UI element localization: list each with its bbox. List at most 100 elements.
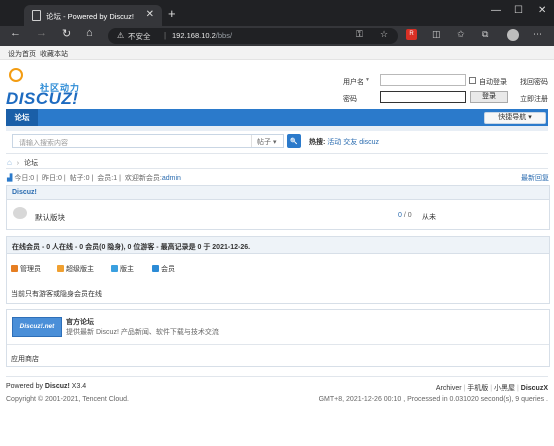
- browser-tab[interactable]: 论坛 - Powered by Discuz! ✕: [24, 5, 162, 26]
- category-box: Discuz!: [6, 185, 550, 230]
- archiver-link[interactable]: Archiver: [436, 385, 462, 392]
- url-path: /bbs/: [215, 31, 233, 40]
- forum-icon: [13, 207, 27, 219]
- members-count: 1: [113, 175, 118, 182]
- official-forum-desc: 提供最新 Discuz! 产品新闻、软件下载与技术交流: [66, 329, 219, 336]
- register-link[interactable]: 立即注册: [520, 94, 548, 104]
- copyright: Copyright © 2001-2021, Tencent Cloud.: [6, 396, 129, 403]
- key-icon[interactable]: ⚿: [356, 29, 363, 40]
- search-input[interactable]: 请输入搜索内容 帖子 ▾: [12, 134, 284, 148]
- role-legend-admin: 管理员: [11, 264, 41, 274]
- role-label: 超级版主: [66, 266, 94, 273]
- window-close-icon[interactable]: ✕: [538, 5, 546, 16]
- forum-name-link[interactable]: 默认版块: [35, 212, 65, 223]
- forum-post-count: 0: [407, 212, 412, 219]
- extension-icon[interactable]: R: [406, 29, 417, 40]
- latest-replies-link[interactable]: 最新回复: [521, 173, 549, 183]
- powered-brand-link[interactable]: Discuz!: [45, 383, 70, 390]
- username-dropdown-icon[interactable]: ▼: [365, 77, 370, 83]
- powered-by: Powered by Discuz! X3.4: [6, 383, 86, 390]
- main-nav-bar: [6, 109, 548, 126]
- search-scope-select[interactable]: 帖子 ▾: [251, 135, 285, 147]
- today-count: 0: [30, 175, 35, 182]
- new-member-link[interactable]: admin: [162, 175, 181, 182]
- username-label: 用户名: [343, 79, 364, 86]
- tab-close-icon[interactable]: ✕: [146, 9, 154, 20]
- category-header: Discuz!: [7, 186, 549, 200]
- quick-nav-button[interactable]: 快捷导航 ▾: [484, 112, 546, 124]
- maximize-icon[interactable]: ☐: [514, 5, 523, 16]
- collections-icon[interactable]: ⧉: [482, 29, 488, 40]
- hot-search: 热搜: 活动 交友 discuz: [309, 137, 379, 147]
- auto-login-checkbox[interactable]: [469, 77, 476, 84]
- discuzx-link[interactable]: DiscuzX: [521, 385, 548, 392]
- set-home-link[interactable]: 设为首页: [8, 49, 36, 59]
- find-password-link[interactable]: 找回密码: [520, 77, 548, 87]
- security-label[interactable]: 不安全: [128, 31, 151, 42]
- role-label: 会员: [161, 266, 175, 273]
- tab-title: 论坛 - Powered by Discuz!: [46, 12, 134, 21]
- mobile-link[interactable]: 手机版: [467, 385, 488, 392]
- url-host: 192.168.10.2: [172, 31, 216, 40]
- online-summary[interactable]: 在线会员 - 0 人在线 - 0 会员(0 隐身), 0 位游客 - 最高记录是…: [12, 242, 250, 252]
- category-title[interactable]: Discuz!: [12, 189, 37, 196]
- hot-search-label: 热搜:: [309, 139, 326, 146]
- role-legend-mod: 版主: [111, 264, 134, 274]
- today-label: 今日:: [14, 175, 31, 182]
- page-icon: [32, 10, 41, 21]
- nav-tab-forum[interactable]: 论坛: [6, 109, 38, 126]
- more-icon[interactable]: ⋯: [533, 29, 542, 40]
- password-label: 密码: [343, 96, 357, 103]
- url-text[interactable]: 192.168.10.2/bbs/: [172, 31, 232, 40]
- posts-count: 0: [85, 175, 90, 182]
- admin-icon: [11, 265, 18, 272]
- app-store-link[interactable]: 应用商店: [11, 354, 39, 364]
- version: X3.4: [69, 383, 87, 390]
- address-separator: |: [164, 31, 167, 40]
- password-input[interactable]: [380, 91, 466, 103]
- forum-thread-count: 0: [398, 212, 402, 219]
- moderator-icon: [111, 265, 118, 272]
- hot-search-item[interactable]: 交友: [343, 139, 357, 146]
- logo-wordmark: DISCUZ!: [6, 89, 79, 108]
- logo-bubble-icon: [9, 68, 23, 82]
- favorites-icon[interactable]: ✩: [457, 29, 465, 40]
- yesterday-label: 昨日:: [41, 175, 58, 182]
- nav-subbar: [6, 126, 548, 131]
- home-icon[interactable]: ⌂: [7, 158, 12, 167]
- forum-stats: ▟ 今日:0 | 昨日:0 | 帖子:0 | 会员:1 | 欢迎新会员:admin: [7, 175, 181, 182]
- username-input[interactable]: [380, 74, 466, 86]
- breadcrumb-current[interactable]: 论坛: [24, 160, 38, 167]
- hot-search-item[interactable]: discuz: [359, 139, 379, 146]
- warning-icon[interactable]: ⚠: [117, 31, 124, 40]
- hot-search-item[interactable]: 活动: [327, 139, 341, 146]
- split-screen-icon[interactable]: ◫: [432, 29, 441, 40]
- powered-prefix: Powered by: [6, 383, 45, 390]
- site-logo[interactable]: 社区动力 DISCUZ!: [6, 66, 106, 108]
- online-empty-text: 当前只有游客或隐身会员在线: [11, 291, 102, 298]
- official-forum-link[interactable]: 官方论坛: [66, 317, 94, 327]
- new-tab-icon[interactable]: +: [168, 6, 176, 21]
- role-label: 管理员: [20, 266, 41, 273]
- member-icon: [152, 265, 159, 272]
- forum-last-post: 从未: [422, 214, 436, 221]
- back-icon[interactable]: ←: [10, 27, 21, 39]
- profile-avatar[interactable]: [507, 29, 519, 41]
- runtime-info: GMT+8, 2021-12-26 00:10 , Processed in 0…: [318, 396, 548, 403]
- home-icon[interactable]: ⌂: [86, 27, 93, 39]
- bookmark-link[interactable]: 收藏本站: [40, 49, 68, 59]
- star-icon[interactable]: ☆: [380, 29, 388, 40]
- minimize-icon[interactable]: —: [491, 5, 501, 16]
- welcome-label: 欢迎新会员:: [124, 175, 162, 182]
- role-legend-member: 会员: [152, 264, 175, 274]
- posts-label: 帖子:: [69, 175, 86, 182]
- search-placeholder: 请输入搜索内容: [19, 140, 68, 147]
- forward-icon[interactable]: →: [36, 27, 47, 39]
- search-button[interactable]: 🔍: [287, 134, 301, 148]
- official-forum-logo[interactable]: Discuz!.net: [12, 317, 62, 337]
- reload-icon[interactable]: ↻: [62, 27, 71, 40]
- blacklist-link[interactable]: 小黑屋: [494, 385, 515, 392]
- address-bar[interactable]: ⚠ 不安全 | 192.168.10.2/bbs/: [108, 28, 398, 44]
- role-label: 版主: [120, 266, 134, 273]
- login-button[interactable]: 登录: [470, 91, 508, 103]
